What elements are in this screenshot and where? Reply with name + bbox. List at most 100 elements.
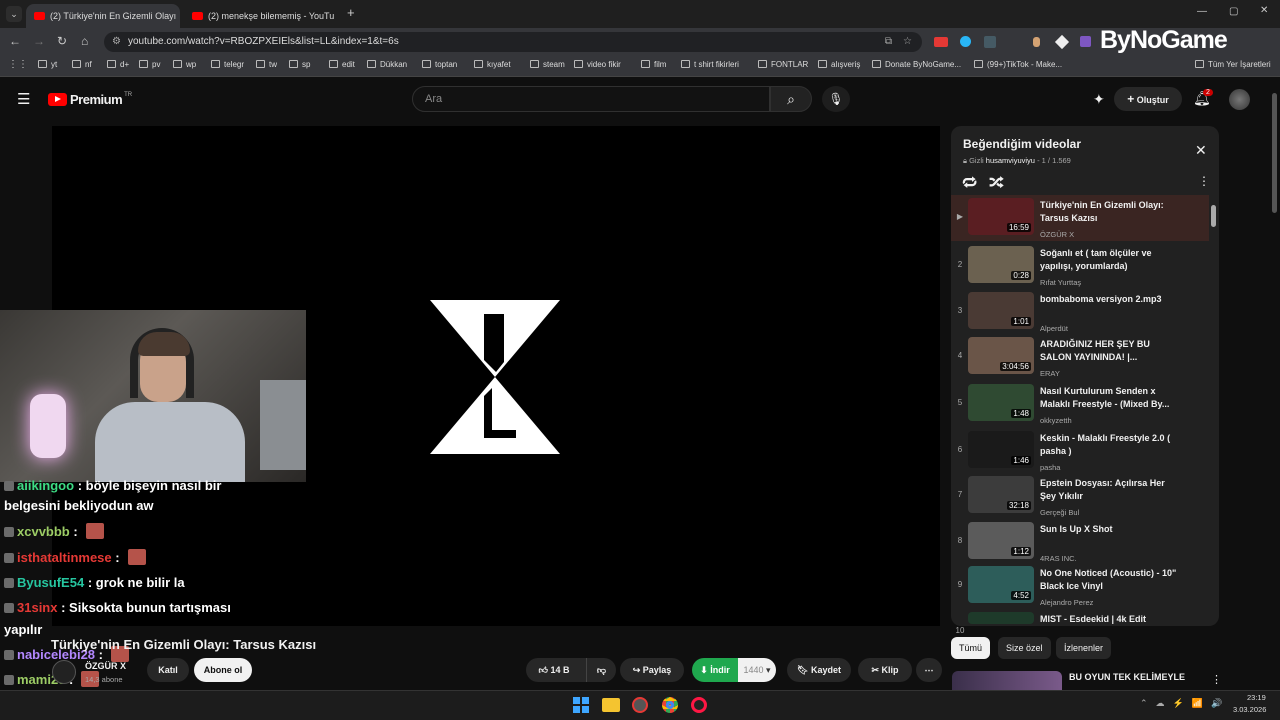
video-thumbnail[interactable]: 3:04:56 [968,337,1034,374]
video-thumbnail[interactable]: 16:59 [968,198,1034,235]
clock-time[interactable]: 23:19 [1247,693,1266,702]
new-tab-button[interactable]: + [347,5,355,20]
folder-icon [641,60,650,68]
playlist-title[interactable]: Beğendiğim videolar [963,137,1081,151]
bookmark-item[interactable]: telegr [211,60,244,69]
install-app-icon[interactable]: ⧉ [885,32,892,52]
video-thumbnail[interactable]: 32:18 [968,476,1034,513]
share-button[interactable]: ↪ Paylaş [620,658,684,682]
bookmark-item[interactable]: tw [256,60,277,69]
gemini-icon[interactable]: ✦ [1093,91,1105,108]
recommendation-title[interactable]: BU OYUN TEK KELİMEYLE [1069,672,1185,682]
search-button[interactable]: ⌕ [770,86,812,112]
back-icon[interactable]: ← [9,34,21,48]
download-button[interactable]: ⬇ İndir [692,658,738,682]
opera-gx-icon[interactable] [691,697,707,713]
bookmark-item[interactable]: alışveriş [818,60,860,69]
bookmark-item[interactable]: video fikir [574,60,621,69]
extension-icon[interactable] [984,36,996,48]
bookmark-item[interactable]: yt [38,60,57,69]
bookmark-item[interactable]: nf [72,60,92,69]
video-thumbnail[interactable] [968,612,1034,624]
bookmark-item[interactable]: wp [173,60,196,69]
video-thumbnail[interactable]: 1:48 [968,384,1034,421]
maximize-icon[interactable]: ▢ [1229,6,1238,17]
page-scrollbar[interactable] [1272,93,1277,213]
like-button[interactable]: 👍︎ 14 B [526,658,582,682]
bookmark-item[interactable]: Tüm Yer İşaretleri [1195,60,1271,69]
clip-button[interactable]: ✂ Klip [858,658,912,682]
recommendation-thumbnail[interactable] [952,671,1062,691]
filter-chip[interactable]: Tümü [951,637,991,659]
bookmark-item[interactable]: Dükkan [367,60,407,69]
file-explorer-icon[interactable] [602,698,620,712]
filter-chip[interactable]: Size özel [998,637,1051,659]
loop-icon[interactable]: 🔁︎ [962,172,977,194]
dislike-button[interactable]: 👎︎ [586,658,616,682]
home-icon[interactable]: ⌂ [81,34,88,48]
forward-icon[interactable]: → [33,34,45,48]
channel-avatar[interactable] [52,660,76,684]
bookmark-item[interactable]: film [641,60,666,69]
clock-date[interactable]: 3.03.2026 [1233,705,1266,714]
youtube-logo[interactable]: Premium TR [48,92,132,107]
playlist-menu-icon[interactable]: ⋮ [1198,174,1210,188]
windows-start-icon[interactable] [573,697,589,713]
chrome-icon[interactable] [662,697,678,713]
bookmark-item[interactable]: d+ [107,60,129,69]
video-thumbnail[interactable]: 1:46 [968,431,1034,468]
bookmark-item[interactable]: kıyafet [474,60,511,69]
video-thumbnail[interactable]: 4:52 [968,566,1034,603]
more-actions-button[interactable]: ⋯ [916,658,942,682]
bookmark-item[interactable]: FONTLAR [758,60,808,69]
video-thumbnail[interactable]: 0:28 [968,246,1034,283]
window-close-icon[interactable]: ✕ [1260,5,1268,16]
apps-icon[interactable]: ⋮⋮ [8,59,28,70]
tab-active[interactable]: (2) Türkiye'nin En Gizemli Olayı ✕ [26,4,180,28]
bookmark-item[interactable]: steam [530,60,565,69]
bookmark-item[interactable]: (99+)TikTok - Make... [974,60,1062,69]
video-thumbnail[interactable]: 1:01 [968,292,1034,329]
quality-select[interactable]: 1440 ▾ [738,658,776,682]
playlist-owner[interactable]: husamviyuviyu [986,156,1035,165]
bookmark-star-icon[interactable]: ☆ [903,32,912,52]
tab-inactive[interactable]: (2) menekşe bilememiş - YouTu ✕ [184,4,340,28]
video-thumbnail[interactable]: 1:12 [968,522,1034,559]
search-input[interactable]: Ara [412,86,770,112]
menu-icon[interactable]: ☰ [17,90,30,108]
plus-icon: + [1127,92,1135,106]
bookmark-label: sp [302,60,311,69]
join-button[interactable]: Katıl [147,658,189,682]
shuffle-icon[interactable]: 🔀︎ [989,172,1004,194]
channel-name[interactable]: ÖZGÜR X [85,661,126,671]
close-icon[interactable]: ✕ [334,11,340,22]
tray-icons[interactable]: ⌃☁⚡📶🔊 [1140,698,1230,709]
app-icon[interactable] [632,697,648,713]
save-button[interactable]: 🔖︎ Kaydet [787,658,851,682]
bookmark-item[interactable]: pv [139,60,160,69]
bookmark-item[interactable]: edit [329,60,355,69]
extension-icon[interactable] [1033,37,1040,47]
close-playlist-icon[interactable]: ✕ [1195,142,1207,159]
bookmark-item[interactable]: sp [289,60,310,69]
filter-chip[interactable]: İzlenenler [1056,637,1112,659]
extension-icon[interactable] [960,36,971,47]
close-icon[interactable]: ✕ [176,11,180,22]
minimize-icon[interactable]: — [1197,6,1207,17]
bookmark-item[interactable]: toptan [422,60,457,69]
tab-search-button[interactable]: ⌄ [6,6,22,22]
create-button[interactable]: + Oluştur [1114,87,1182,111]
voice-search-button[interactable]: 🎙 [822,86,850,112]
subscribe-button[interactable]: Abone ol [194,658,252,682]
recommendation-menu-icon[interactable]: ⋮ [1211,673,1222,686]
extension-abp-icon[interactable] [934,37,948,47]
duration-badge: 3:04:56 [1000,362,1031,371]
bookmark-item[interactable]: t shirt fikirleri [681,60,739,69]
site-info-icon[interactable]: ⚙ [112,32,121,52]
reload-icon[interactable]: ↻ [57,34,67,48]
playlist-scrollbar[interactable] [1211,205,1216,227]
address-bar[interactable]: ⚙ youtube.com/watch?v=RBOZPXEIEls&list=L… [104,32,922,52]
bookmark-item[interactable]: Donate ByNoGame... [872,60,961,69]
extension-icon[interactable] [1080,36,1091,47]
avatar[interactable] [1229,89,1250,110]
